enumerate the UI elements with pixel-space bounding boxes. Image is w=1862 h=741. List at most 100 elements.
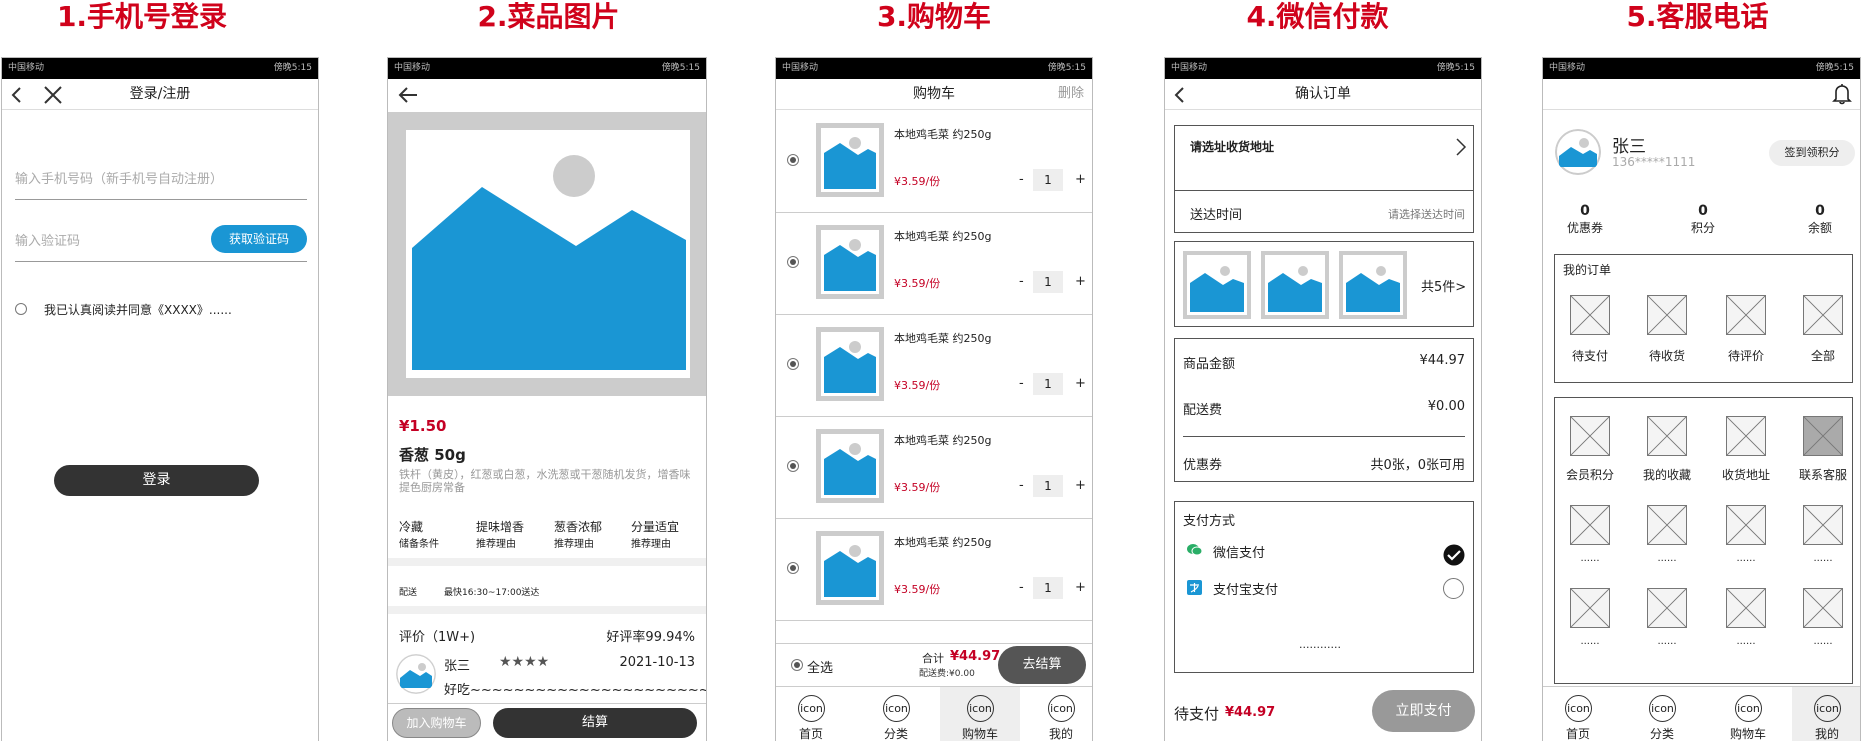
feature-1: 提味增香 推荐理由 — [476, 518, 524, 550]
placeholder-icon[interactable] — [1726, 505, 1766, 545]
get-code-button[interactable]: 获取验证码 — [211, 225, 307, 253]
tab-home[interactable]: icon 首页 — [1543, 687, 1613, 741]
placeholder-icon[interactable] — [1647, 588, 1687, 628]
qty-value[interactable]: 1 — [1033, 475, 1063, 497]
select-all-checkbox[interactable] — [791, 659, 803, 671]
check-circle-icon[interactable] — [1443, 544, 1465, 566]
add-to-cart-button[interactable]: 加入购物车 — [392, 708, 481, 738]
goods-amount-value: ¥44.97 — [1419, 353, 1466, 368]
qty-plus[interactable]: + — [1075, 274, 1086, 289]
tab-home[interactable]: icon 首页 — [776, 687, 846, 741]
checkout-button[interactable]: 结算 — [493, 708, 697, 738]
close-x-icon[interactable] — [44, 86, 62, 104]
qty-plus[interactable]: + — [1075, 478, 1086, 493]
item-checkbox[interactable] — [787, 460, 799, 472]
go-checkout-button[interactable]: 去结算 — [998, 646, 1086, 684]
agree-radio[interactable] — [15, 303, 27, 315]
tab-category[interactable]: icon 分类 — [1627, 687, 1697, 741]
pay-now-button[interactable]: 立即支付 — [1372, 690, 1475, 732]
code-input[interactable]: 输入验证码 — [15, 230, 80, 249]
arrow-left-icon[interactable] — [398, 87, 418, 103]
qty-plus[interactable]: + — [1075, 580, 1086, 595]
placeholder-label: ...... — [1657, 553, 1677, 564]
wechat-pay-label[interactable]: 微信支付 — [1213, 542, 1265, 561]
qty-value[interactable]: 1 — [1033, 169, 1063, 191]
placeholder-icon[interactable] — [1570, 588, 1610, 628]
alipay-radio[interactable] — [1443, 578, 1464, 599]
back-chevron-icon[interactable] — [1173, 87, 1187, 103]
login-button[interactable]: 登录 — [54, 465, 259, 496]
phone-input[interactable]: 输入手机号码（新手机号自动注册） — [15, 168, 307, 187]
member-points-icon[interactable] — [1570, 416, 1610, 456]
time-label: 傍晚5:15 — [1815, 63, 1854, 73]
qty-value[interactable]: 1 — [1033, 577, 1063, 599]
qty-minus[interactable]: - — [1019, 172, 1024, 187]
qty-value[interactable]: 1 — [1033, 373, 1063, 395]
qty-value[interactable]: 1 — [1033, 271, 1063, 293]
divider — [388, 558, 706, 566]
stat-balance[interactable]: 0 余额 — [1780, 203, 1860, 236]
qty-minus[interactable]: - — [1019, 580, 1024, 595]
avatar[interactable] — [1555, 129, 1601, 175]
service-label: 我的收藏 — [1642, 468, 1691, 482]
amount-box: 商品金额 ¥44.97 配送费 ¥0.00 优惠券 共0张，0张可用 — [1174, 338, 1474, 482]
tab-cart[interactable]: icon 购物车 — [1713, 687, 1783, 741]
item-checkbox[interactable] — [787, 562, 799, 574]
tab-mine[interactable]: icon 我的 — [1026, 687, 1092, 741]
qty-minus[interactable]: - — [1019, 478, 1024, 493]
qty-plus[interactable]: + — [1075, 376, 1086, 391]
coupon-value[interactable]: 共0张，0张可用 — [1370, 454, 1465, 473]
order-pending-review-icon[interactable] — [1726, 295, 1766, 335]
delete-link[interactable]: 删除 — [1058, 79, 1084, 109]
placeholder-icon[interactable] — [1570, 505, 1610, 545]
feature-0: 冷藏 储备条件 — [399, 518, 439, 550]
qty-minus[interactable]: - — [1019, 274, 1024, 289]
order-label: 待收货 — [1648, 349, 1685, 363]
placeholder-icon[interactable] — [1647, 505, 1687, 545]
nav-bar: 登录/注册 — [2, 79, 318, 110]
back-chevron-icon[interactable] — [10, 87, 24, 103]
stat-label: 优惠券 — [1566, 221, 1603, 235]
alipay-label[interactable]: 支付宝支付 — [1213, 579, 1278, 598]
time-label: 傍晚5:15 — [661, 63, 700, 73]
placeholder-label: ...... — [1657, 636, 1677, 647]
tab-category[interactable]: icon 分类 — [861, 687, 931, 741]
placeholder-icon[interactable] — [1803, 505, 1843, 545]
stat-points[interactable]: 0 积分 — [1663, 203, 1743, 236]
tab-bar: icon 首页 icon 分类 icon 购物车 icon 我的 — [776, 686, 1092, 741]
feature-sub: 推荐理由 — [631, 539, 671, 550]
cart-item: 本地鸡毛菜 约250g ¥3.59/份 - 1 + — [776, 111, 1092, 213]
address-icon[interactable] — [1726, 416, 1766, 456]
order-all-icon[interactable] — [1803, 295, 1843, 335]
qty-plus[interactable]: + — [1075, 172, 1086, 187]
order-pending-pay-icon[interactable] — [1570, 295, 1610, 335]
item-price: ¥3.59/份 — [894, 583, 941, 596]
item-price: ¥3.59/份 — [894, 277, 941, 290]
item-checkbox[interactable] — [787, 358, 799, 370]
feature-sub: 推荐理由 — [554, 539, 594, 550]
wechat-icon — [1187, 544, 1202, 556]
placeholder-icon[interactable] — [1726, 588, 1766, 628]
tab-label: 我的 — [1048, 727, 1073, 741]
signin-button[interactable]: 签到领积分 — [1769, 140, 1855, 166]
placeholder-icon[interactable] — [1803, 588, 1843, 628]
stat-value: 0 — [1580, 203, 1590, 219]
favorites-icon[interactable] — [1647, 416, 1687, 456]
goods-box[interactable]: 共5件> — [1174, 241, 1474, 327]
divider — [1175, 190, 1473, 191]
service-label: 收货地址 — [1721, 468, 1770, 482]
placeholder-label: ...... — [1580, 553, 1600, 564]
order-pending-receive-icon[interactable] — [1647, 295, 1687, 335]
select-all-label: 全选 — [807, 661, 834, 676]
stat-coupon[interactable]: 0 优惠券 — [1543, 203, 1627, 236]
bell-icon[interactable] — [1832, 83, 1852, 105]
tab-mine[interactable]: icon 我的 — [1792, 687, 1860, 741]
qty-minus[interactable]: - — [1019, 376, 1024, 391]
customer-service-icon[interactable] — [1803, 416, 1843, 456]
tab-cart[interactable]: icon 购物车 — [940, 687, 1020, 741]
profile-name: 张三 — [1612, 137, 1646, 157]
item-checkbox[interactable] — [787, 256, 799, 268]
item-checkbox[interactable] — [787, 154, 799, 166]
delivery-time-value[interactable]: 请选择送达时间 — [1388, 206, 1465, 222]
address-box[interactable]: 请选址收货地址 送达时间 请选择送达时间 — [1174, 125, 1474, 233]
